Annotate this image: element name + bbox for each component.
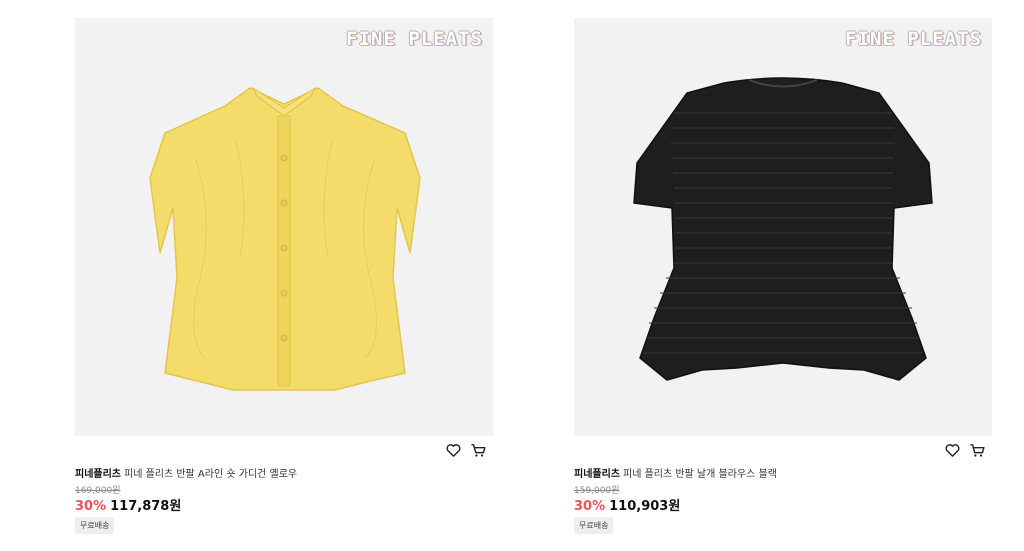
product-actions [944, 442, 986, 459]
price-row: 30% 110,903원 [574, 495, 680, 514]
product-image[interactable]: FINE PLEATS [574, 18, 992, 436]
black-blouse-image [633, 77, 933, 381]
product-title[interactable]: 피네플리츠 피네 플리츠 반팔 A라인 숏 가디건 옐로우 [75, 465, 297, 480]
product-image[interactable]: FINE PLEATS [75, 18, 493, 436]
product-brand: 피네플리츠 [75, 469, 121, 480]
brand-logo: FINE PLEATS [845, 28, 982, 50]
price-row: 30% 117,878원 [75, 495, 181, 514]
heart-icon[interactable] [944, 442, 961, 459]
sale-price: 117,878원 [110, 499, 182, 514]
sale-price: 110,903원 [609, 499, 681, 514]
product-title[interactable]: 피네플리츠 피네 플리츠 반팔 날개 블라우스 블랙 [574, 465, 777, 480]
product-name: 피네 플리츠 반팔 날개 블라우스 블랙 [623, 469, 777, 480]
free-shipping-badge: 무료배송 [574, 517, 614, 534]
cart-icon[interactable] [470, 442, 487, 459]
yellow-cardigan-image [149, 86, 421, 391]
product-actions [445, 442, 487, 459]
free-shipping-badge: 무료배송 [75, 517, 115, 534]
product-card[interactable]: FINE PLEATS 피네플리츠 피네 플리츠 반팔 날개 블라우스 블랙 15… [574, 18, 992, 534]
product-name: 피네 플리츠 반팔 A라인 숏 가디건 옐로우 [124, 469, 298, 480]
cart-icon[interactable] [969, 442, 986, 459]
discount-rate: 30% [75, 499, 107, 514]
discount-rate: 30% [574, 499, 606, 514]
brand-logo: FINE PLEATS [346, 28, 483, 50]
product-card[interactable]: FINE PLEATS 피네플리츠 피네 플리츠 반팔 A라인 숏 가디건 옐로우… [75, 18, 493, 534]
heart-icon[interactable] [445, 442, 462, 459]
product-brand: 피네플리츠 [574, 469, 620, 480]
